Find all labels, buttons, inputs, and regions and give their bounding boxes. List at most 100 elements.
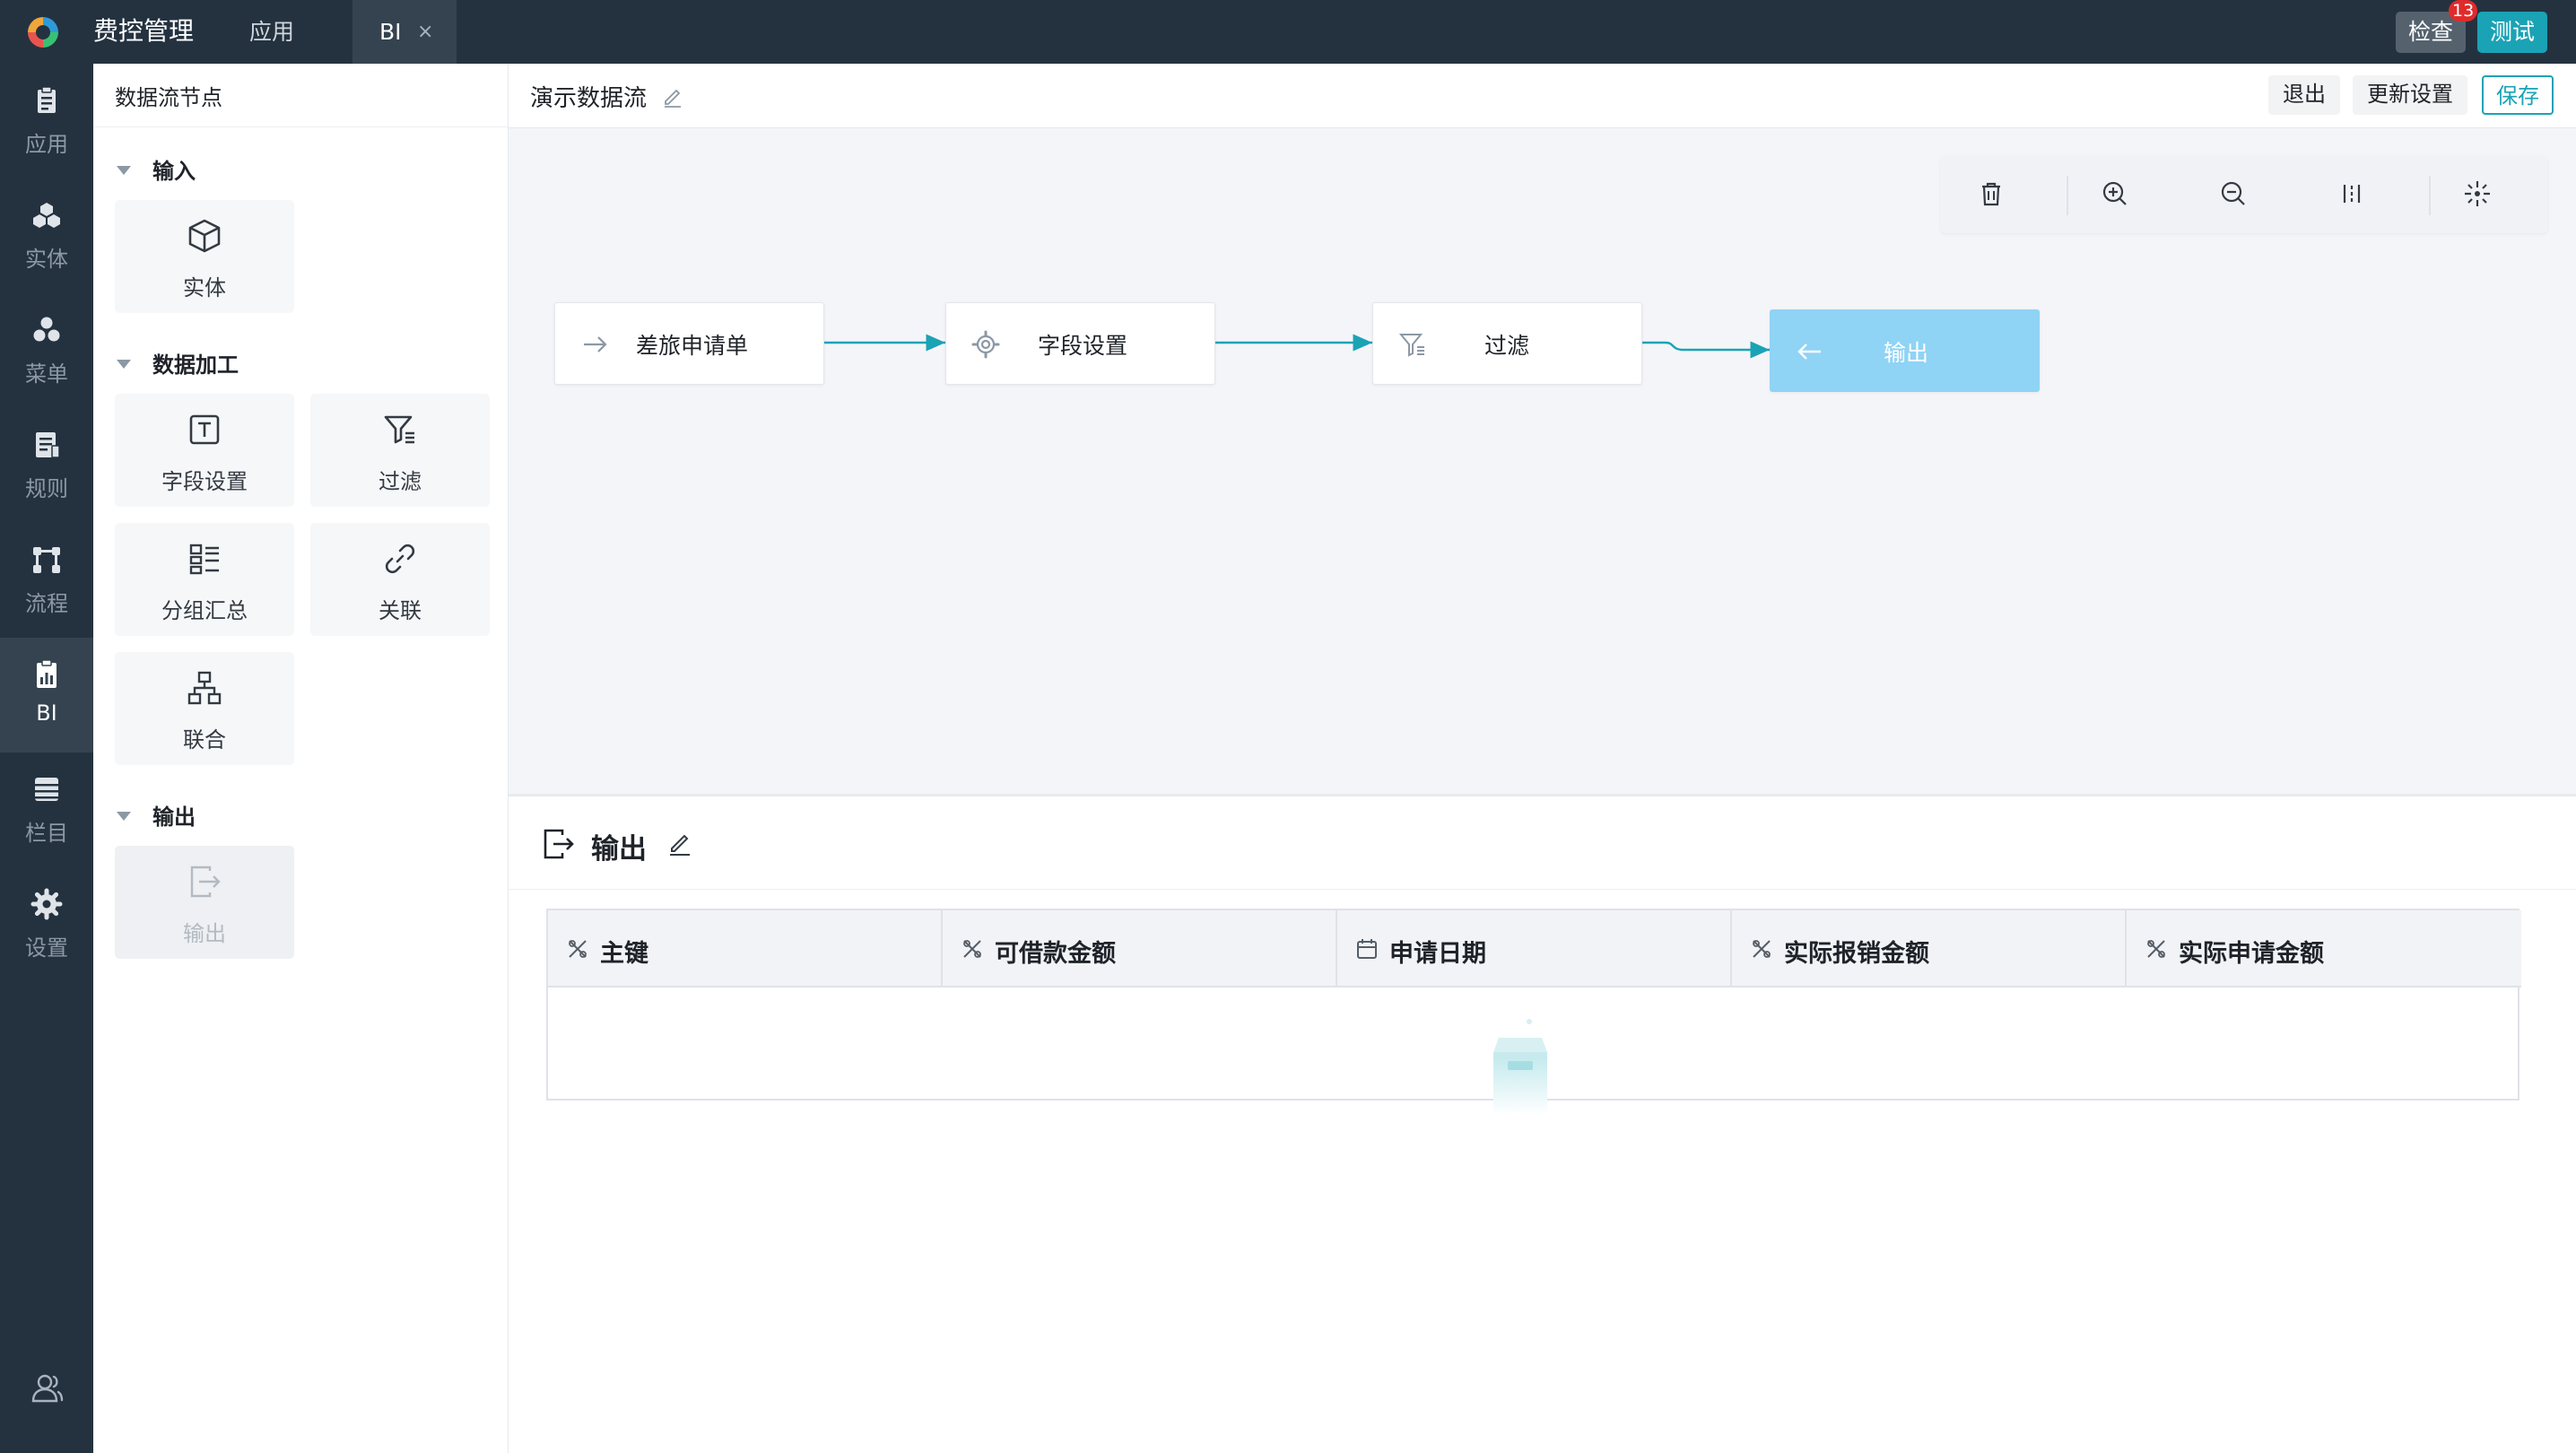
rail-item-label: 菜单 [25, 361, 68, 387]
clipboard-icon [38, 86, 56, 113]
text-field-icon [189, 414, 220, 445]
group-output-header[interactable]: 输出 [117, 799, 196, 831]
flow-name: 演示数据流 [530, 85, 648, 112]
fit-width-icon[interactable] [2334, 176, 2370, 212]
arrow-left-icon [1797, 344, 1821, 360]
column-header-apply-date[interactable]: 申请日期 [1337, 910, 1732, 988]
node-label: 实体 [183, 275, 226, 300]
palette-title: 数据流节点 [115, 85, 222, 110]
center-icon[interactable] [2459, 176, 2495, 212]
group-title: 输入 [152, 159, 196, 184]
column-header-actual-apply-amount[interactable]: 实际申请金额 [2127, 910, 2521, 988]
flow-node-filter[interactable]: 过滤 [1372, 302, 1642, 385]
toolbar-divider [2067, 176, 2068, 215]
rail-item-menu[interactable]: 菜单 [0, 293, 93, 408]
collapse-triangle-icon [117, 360, 131, 369]
link-icon [385, 544, 415, 574]
output-title: 输出 [591, 833, 647, 866]
gear-icon [30, 888, 63, 920]
zoom-in-icon[interactable] [2097, 176, 2133, 212]
flow-canvas[interactable]: 差旅申请单 字段设置 过滤 输出 [509, 128, 2576, 796]
collapse-triangle-icon [117, 812, 131, 821]
output-divider [509, 889, 2576, 890]
palette-node-field-settings[interactable]: 字段设置 [115, 394, 294, 507]
group-input-header[interactable]: 输入 [117, 153, 196, 185]
column-header-label: 可借款金额 [995, 940, 1116, 968]
palette-divider [93, 126, 509, 127]
test-button[interactable]: 测试 [2477, 12, 2547, 53]
tab-bi[interactable]: BI × [352, 0, 457, 64]
export-icon [190, 866, 221, 898]
save-button[interactable]: 保存 [2482, 75, 2554, 115]
column-header-actual-reimbursement[interactable]: 实际报销金额 [1732, 910, 2127, 988]
calendar-icon [1357, 939, 1377, 959]
gear-outline-icon [971, 330, 1000, 359]
link-3 [1642, 341, 1770, 359]
cube-icon [188, 219, 221, 253]
editor-header: 演示数据流 退出 更新设置 保存 [509, 64, 2576, 128]
rail-item-rules[interactable]: 规则 [0, 408, 93, 523]
flow-node-label: 过滤 [1484, 333, 1530, 359]
palette-node-group-summary[interactable]: 分组汇总 [115, 523, 294, 636]
top-bar: 费控管理 应用 BI × 检查 13 测试 [0, 0, 2576, 64]
rail-item-app[interactable]: 应用 [0, 64, 93, 178]
flow-node-label: 差旅申请单 [636, 333, 749, 359]
tab-close-icon[interactable]: × [417, 0, 433, 64]
flow-node-field-settings[interactable]: 字段设置 [945, 302, 1215, 385]
column-header-primary-key[interactable]: 主键 [548, 910, 943, 988]
rail-item-bi[interactable]: BI [0, 638, 93, 753]
group-summary-icon [189, 544, 219, 575]
number-type-icon [569, 940, 587, 958]
palette-node-union[interactable]: 联合 [115, 652, 294, 765]
palette-node-join[interactable]: 关联 [310, 523, 490, 636]
palette-node-filter[interactable]: 过滤 [310, 394, 490, 507]
rail-item-settings[interactable]: 设置 [0, 867, 93, 982]
toolbar-divider [2429, 176, 2431, 215]
column-header-loanable-amount[interactable]: 可借款金额 [943, 910, 1337, 988]
rail-item-process[interactable]: 流程 [0, 523, 93, 638]
column-header-label: 申请日期 [1389, 940, 1486, 968]
rail-item-label: 应用 [25, 132, 68, 157]
number-type-icon [2147, 940, 2165, 958]
rail-item-label: 栏目 [25, 821, 68, 846]
group-processing-header[interactable]: 数据加工 [117, 347, 239, 378]
node-label: 分组汇总 [161, 598, 248, 623]
delete-icon[interactable] [1973, 176, 2009, 212]
number-type-icon [1753, 940, 1771, 958]
tab-app[interactable]: 应用 [226, 0, 318, 64]
process-icon [33, 547, 60, 573]
empty-box-icon [1493, 1019, 1547, 1115]
edit-pencil-icon[interactable] [661, 85, 684, 109]
exit-button[interactable]: 退出 [2268, 75, 2340, 115]
rail-item-entity[interactable]: 实体 [0, 178, 93, 293]
user-group-icon[interactable] [27, 1369, 66, 1408]
filter-icon [1398, 334, 1424, 357]
app-logo-icon [28, 17, 58, 48]
flow-node-travel-request[interactable]: 差旅申请单 [554, 302, 824, 385]
output-table: 主键 可借款金额 申请日期 实际报销金额 实际申请金额 [546, 909, 2521, 1115]
bi-report-icon [37, 659, 57, 688]
column-list-icon [35, 778, 58, 801]
column-header-label: 实际报销金额 [1784, 940, 1929, 968]
left-nav-rail: 应用 实体 菜单 规则 流程 BI 栏目 设置 [0, 64, 93, 1453]
rail-item-label: 实体 [25, 247, 68, 272]
flow-node-label: 输出 [1884, 340, 1929, 366]
palette-node-entity[interactable]: 实体 [115, 200, 294, 313]
tab-app-label: 应用 [248, 19, 294, 45]
group-title: 数据加工 [152, 352, 239, 378]
rail-item-label: 规则 [25, 476, 68, 501]
rail-item-label: 流程 [25, 591, 68, 616]
edit-pencil-icon[interactable] [666, 830, 693, 857]
palette-node-output: 输出 [115, 846, 294, 959]
rail-item-columns[interactable]: 栏目 [0, 753, 93, 867]
group-title: 输出 [152, 805, 196, 830]
node-label: 关联 [379, 598, 422, 623]
zoom-out-icon[interactable] [2215, 176, 2251, 212]
app-title: 费控管理 [93, 16, 195, 46]
node-palette: 数据流节点 输入 实体 数据加工 字段设置 过滤 分组汇总 关联 联合 输出 输… [93, 64, 509, 1453]
node-label: 字段设置 [161, 469, 248, 494]
flow-node-output[interactable]: 输出 [1770, 309, 2040, 392]
update-settings-button[interactable]: 更新设置 [2353, 75, 2467, 115]
tab-bi-label: BI [379, 19, 402, 45]
node-label: 过滤 [379, 469, 422, 494]
